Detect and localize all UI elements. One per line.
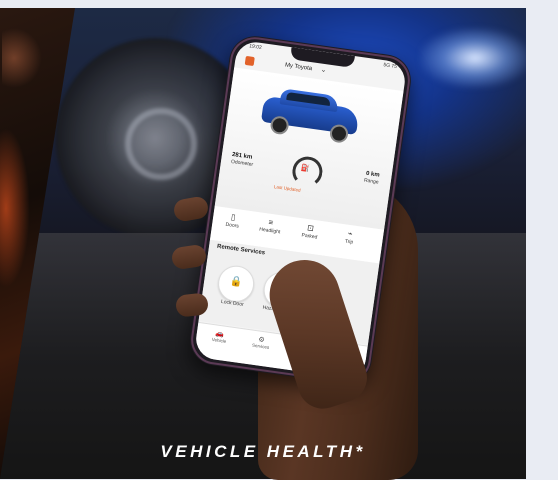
app-logo-icon[interactable] [244,55,255,67]
fuel-pump-icon: ⛽ [300,164,310,173]
car-image [254,81,370,146]
hand-thumb [260,250,374,416]
chevron-down-icon[interactable]: ⌄ [320,65,327,74]
quick-action-doors[interactable]: ▯ Doors [214,210,252,231]
lock-door-label: Lock Door [220,298,245,308]
nav-item-label: Vehicle [211,336,227,344]
quick-action-headlight[interactable]: ≡ Headlight [252,216,290,237]
background-light [420,28,526,88]
lock-icon: 🔒 [229,275,244,289]
remote-services-title: Remote Services [216,243,266,257]
quick-action-trip[interactable]: ⌁ Trip [331,227,369,248]
quick-action-label: Doors [225,221,240,230]
page-title: VEHICLE HEALTH* [160,442,366,461]
quick-action-parked[interactable]: ⊡ Parked [291,221,329,242]
range-stat: 0 km Range [364,171,380,186]
quick-action-label: Trip [344,238,354,246]
status-icons: 5G 75 [382,62,398,70]
range-label: Range [363,177,379,186]
quick-action-label: Parked [301,232,318,241]
last-updated-text: Last Updated [273,184,301,193]
odometer-stat: 281 km Odometer [231,152,255,168]
vehicle-card: 281 km Odometer ⛽ 0 km Range Last Update… [214,67,404,230]
nav-item-vehicle[interactable]: 🚗 Vehicle [204,328,236,345]
status-time: 19:02 [248,43,263,51]
vehicle-selector-label[interactable]: My Toyota [285,62,313,72]
